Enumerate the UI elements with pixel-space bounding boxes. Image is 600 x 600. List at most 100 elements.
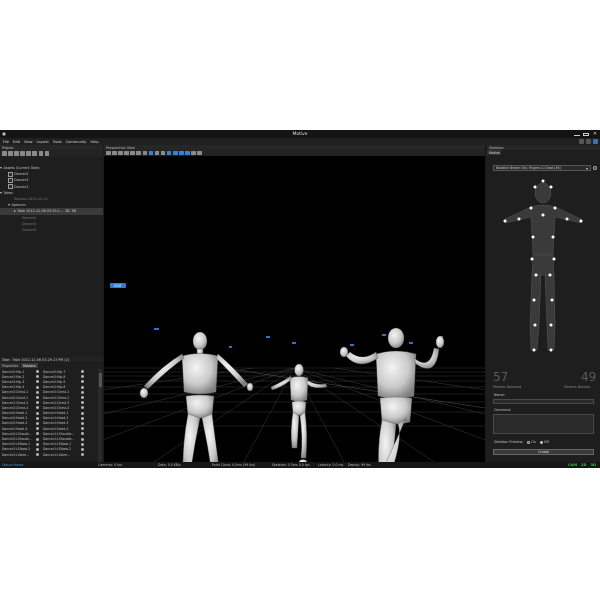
asset-checkbox[interactable] [8,171,13,177]
options-icon[interactable] [197,150,202,156]
grid-icon[interactable] [118,150,123,156]
marker-name: Dancer2:Head-1 [2,411,28,416]
take-asset-item[interactable]: Dancer3 [0,227,103,233]
skeleton-panel: Skeleton Motive Baseline Broken Toe, Fin… [487,145,600,462]
status-point-cloud: Point Cloud: 0.0ms (99 fps) [212,463,256,467]
axis-icon[interactable] [124,150,129,156]
tab-motive[interactable]: Motive [487,150,501,155]
preview-on-radio[interactable] [527,440,531,444]
label-icon[interactable] [154,150,160,156]
marker-name: Dancer2:Hip-4 [2,385,25,390]
badge-2d[interactable]: 2D [65,209,69,213]
marker-name: Dancer2:LShould... [2,437,32,442]
marker-name: Dancer1:LUArm... [43,452,71,457]
markers-detected-label: Markers Detected [493,385,522,389]
asset-checkbox[interactable] [8,184,13,189]
minimize-icon[interactable] [574,132,580,136]
scene-canvas[interactable] [0,156,600,468]
save-icon[interactable] [8,151,13,156]
delete-icon[interactable] [26,151,31,156]
eye-icon[interactable] [191,150,196,156]
gear-icon[interactable] [593,166,597,170]
ray-icon[interactable] [142,150,148,156]
status-deploy: Deploy: 99 fps [348,463,371,467]
marker-status-icon [36,390,39,394]
menu-edit[interactable]: Edit [13,140,20,144]
badge-3d[interactable]: 3D [72,209,76,213]
menu-help[interactable]: Help [90,140,98,144]
layout-icon[interactable] [579,139,584,144]
export-icon[interactable] [44,151,50,156]
marker-status-icon [36,447,39,451]
tab-markers[interactable]: Markers [21,363,38,368]
expand-icon[interactable] [0,167,2,170]
preview-off-radio[interactable] [539,440,543,444]
marker-name: Dancer2:LElbow-1 [2,442,31,447]
record-icon[interactable] [32,151,37,156]
mannequin-dancer-3[interactable] [339,327,445,468]
rotate-icon[interactable] [179,150,184,156]
menu-file[interactable]: File [3,140,9,144]
close-icon[interactable]: ✕ [592,131,598,137]
marker-status-icon [81,385,84,389]
asset-checkbox[interactable] [8,178,13,183]
status-latency: Latency: 0.0 ms [318,463,344,467]
markers-scrollbar[interactable] [98,369,102,468]
expand-icon[interactable] [8,204,10,207]
new-take-icon[interactable] [14,151,19,156]
camera-icon[interactable] [112,150,117,156]
mannequin-dancer-2[interactable] [270,363,328,465]
marker-row[interactable]: Dancer2:LUArm... Dancer1:LUArm... [0,452,98,457]
take-label: Take 2012-12-06 03.29.1... [17,209,64,214]
skeleton-preview-figure [503,179,583,352]
marker-name: Dancer2:Chest-1 [43,390,70,395]
markers-detected-count: 57 [493,370,509,384]
marker-name: Dancer1:Head-2 [43,416,69,421]
marker-icon[interactable] [130,150,135,156]
camera-icon[interactable] [586,139,591,144]
scroll-thumb[interactable] [98,373,102,387]
status-panels-link[interactable]: Status Panels [2,463,23,467]
copy-icon[interactable] [20,151,25,156]
menu-view[interactable]: View [24,140,33,144]
import-icon[interactable] [38,151,44,156]
take-info: Take : Take 2012-12-06 03.29.17 PM (2) [0,357,103,362]
trail-icon[interactable] [160,150,166,156]
maximize-icon[interactable] [583,132,589,136]
marker-name: Dancer2:Head-2 [2,416,28,421]
bone-icon[interactable] [136,150,141,156]
template-value: Baseline Broken Toe, Fingers & Chest (46… [496,166,561,170]
perspective-view[interactable] [0,156,600,468]
mannequin-dancer-1[interactable] [139,331,254,468]
marker-status-icon [36,375,39,379]
home-icon[interactable] [106,150,111,156]
skeleton-template-select[interactable]: Baseline Broken Toe, Fingers & Chest (46… [493,165,591,171]
move-icon[interactable] [173,150,178,156]
name-input[interactable] [493,399,594,404]
marker-status-icon [36,453,39,457]
menu-layout[interactable]: Layout [37,140,49,144]
tab-properties[interactable]: Properties [0,363,21,368]
comment-input[interactable] [493,414,594,434]
select-icon[interactable] [166,150,172,156]
preview-label: Skeleton Preview: [494,440,524,444]
marker-status-icon [81,453,84,457]
folder-open-icon[interactable] [2,151,7,156]
mode-3d[interactable]: 3D [591,463,596,467]
settings-icon[interactable] [593,139,598,144]
marker-name: Dancer2:Hip-7 [43,369,66,374]
mode-buttons: CAM 2D 3D [568,462,596,468]
marker-status-icon [81,401,84,405]
menu-tools[interactable]: Tools [53,140,62,144]
expand-icon[interactable] [0,191,2,194]
menu-community[interactable]: Community [66,140,87,144]
marker-status-icon [36,396,39,400]
markers-list: Dancer2:Hip-1 Dancer2:Hip-7 Dancer2:Hip-2 D… [0,369,98,468]
scale-icon[interactable] [185,150,190,156]
mode-cam[interactable]: CAM [568,463,577,467]
marker-name: Dancer2:Hip-8 [43,385,66,390]
edit-button[interactable]: EDIT [110,283,126,288]
create-button[interactable]: Create [493,449,594,455]
mode-2d[interactable]: 2D [581,463,586,467]
view-3d-icon[interactable] [148,150,154,156]
